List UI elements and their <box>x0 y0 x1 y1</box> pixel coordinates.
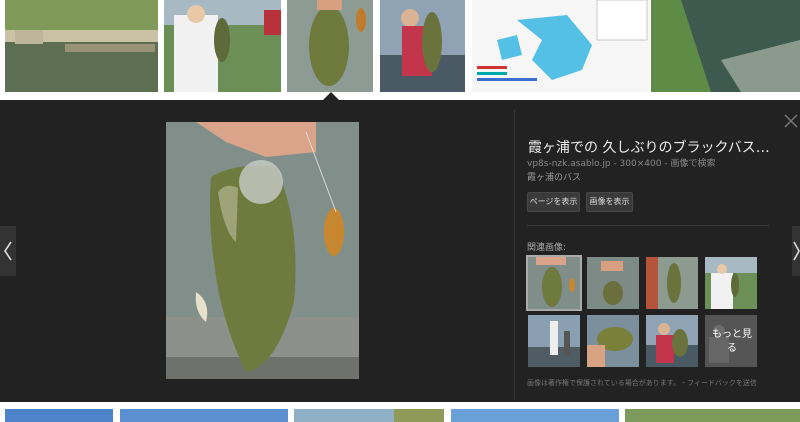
sky-image <box>5 409 113 422</box>
result-thumbnail-field[interactable] <box>294 408 444 422</box>
result-thumbnail-lake-map[interactable] <box>472 0 649 92</box>
result-thumbnail-canal[interactable] <box>651 0 800 92</box>
related-image-2[interactable] <box>587 257 639 309</box>
view-image-button[interactable]: 画像を表示 <box>586 192 633 212</box>
related-images-label: 関連画像: <box>527 243 567 253</box>
bass-image <box>287 0 373 92</box>
result-thumbnail-bass-hand[interactable] <box>287 0 373 92</box>
more-label: もっと見る <box>712 329 752 354</box>
angler-image <box>380 0 465 92</box>
image-size: 300×400 <box>619 159 662 169</box>
related-image-6[interactable] <box>587 315 639 367</box>
image-title-link[interactable]: 霞ヶ浦での 久しぶりのブラックバス: 雨... <box>528 137 773 157</box>
image-results-bottom-row <box>0 402 800 422</box>
source-site[interactable]: vp8s-nzk.asablo.jp <box>527 159 611 169</box>
related-image-4[interactable] <box>705 257 757 309</box>
angler-thumbnail <box>705 257 757 309</box>
search-by-image-link[interactable]: 画像で検索 <box>670 159 715 169</box>
related-image-1[interactable] <box>526 255 582 311</box>
result-thumbnail-riverbank[interactable] <box>5 0 158 92</box>
bass-thumbnail <box>528 257 580 309</box>
grass-image <box>625 409 800 422</box>
image-results-top-row <box>0 0 800 100</box>
view-page-button[interactable]: ページを表示 <box>527 192 580 212</box>
divider <box>527 225 769 226</box>
chevron-left-icon <box>4 241 12 261</box>
related-image-7[interactable] <box>646 315 698 367</box>
previous-image-button[interactable] <box>0 226 16 276</box>
bass-thumbnail <box>587 257 639 309</box>
riverbank-image <box>5 0 158 92</box>
result-thumbnail-sky-1[interactable] <box>5 408 113 422</box>
result-thumbnail-angler-1[interactable] <box>164 0 281 92</box>
sky-image <box>120 409 288 422</box>
bass-thumbnail <box>587 315 639 367</box>
lake-map-image <box>472 0 649 92</box>
field-image <box>294 409 444 422</box>
canal-image <box>651 0 800 92</box>
close-preview-button[interactable] <box>782 112 800 130</box>
more-related-images-button[interactable]: もっと見る <box>705 315 757 367</box>
angler-image <box>164 0 281 92</box>
bass-on-lure-photo <box>166 122 359 379</box>
preview-image[interactable] <box>166 122 359 379</box>
image-description: 霞ヶ浦のバス <box>527 173 582 183</box>
angler-thumbnail <box>646 315 698 367</box>
image-meta: vp8s-nzk.asablo.jp - 300×400 - 画像で検索 <box>527 156 715 169</box>
result-thumbnail-angler-2[interactable] <box>380 0 465 92</box>
bass-thumbnail <box>646 257 698 309</box>
result-thumbnail-sky-3[interactable] <box>451 408 619 422</box>
result-thumbnail-grass[interactable] <box>625 408 800 422</box>
copyright-footer: 画像は著作権で保護されている場合があります。 - フィードバックを送信 <box>527 379 757 387</box>
sky-image <box>451 409 619 422</box>
result-thumbnail-sky-2[interactable] <box>120 408 288 422</box>
related-image-5[interactable] <box>528 315 580 367</box>
close-icon <box>784 114 798 128</box>
related-image-3[interactable] <box>646 257 698 309</box>
angler-thumbnail <box>528 315 580 367</box>
